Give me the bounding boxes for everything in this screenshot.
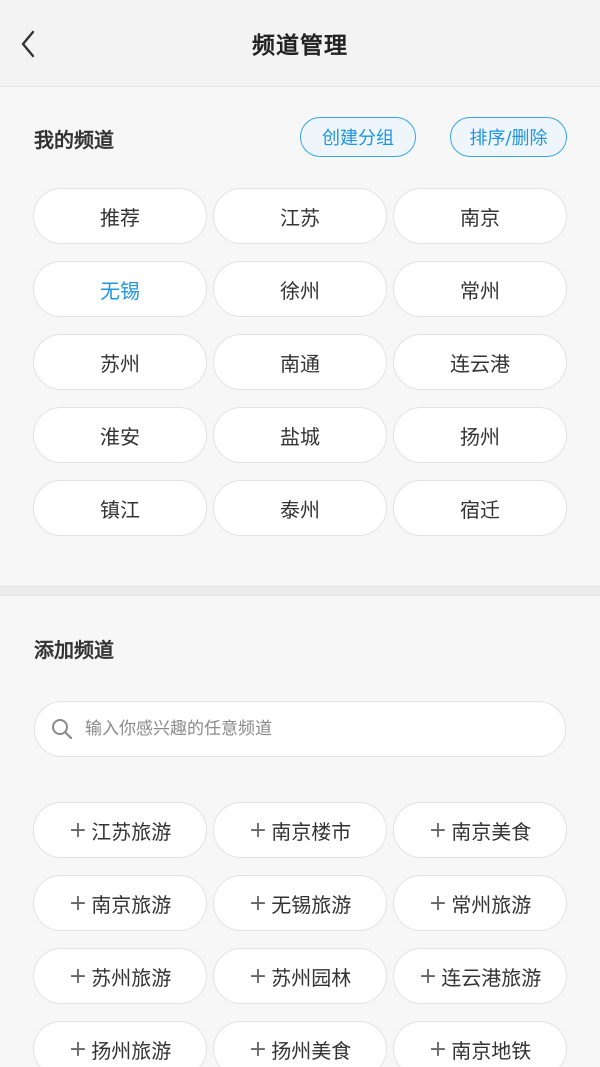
add-channels-title: 添加频道 bbox=[34, 638, 114, 662]
channel-search-input[interactable] bbox=[85, 719, 525, 739]
add-channel-label: 连云港旅游 bbox=[441, 965, 542, 990]
chevron-left-icon bbox=[21, 30, 35, 58]
add-channel-label: 扬州美食 bbox=[271, 1038, 352, 1063]
channel-label: 淮安 bbox=[100, 424, 140, 449]
page-title: 频道管理 bbox=[252, 33, 348, 59]
channel-label: 无锡 bbox=[100, 278, 140, 303]
plus-icon: + bbox=[68, 817, 88, 843]
channel-chip[interactable]: 南通 bbox=[213, 334, 387, 390]
plus-icon: + bbox=[68, 1036, 88, 1062]
channel-label: 徐州 bbox=[280, 278, 320, 303]
add-channel-label: 扬州旅游 bbox=[91, 1038, 172, 1063]
channel-chip[interactable]: 泰州 bbox=[213, 480, 387, 536]
channel-chip[interactable]: 无锡 bbox=[33, 261, 207, 317]
app-header: 频道管理 bbox=[0, 0, 600, 87]
add-channel-label: 南京地铁 bbox=[451, 1038, 532, 1063]
channel-chip[interactable]: 推荐 bbox=[33, 188, 207, 244]
add-channel-chip[interactable]: + 南京旅游 bbox=[33, 875, 207, 931]
channel-chip[interactable]: 徐州 bbox=[213, 261, 387, 317]
channel-chip[interactable]: 淮安 bbox=[33, 407, 207, 463]
sort-delete-button[interactable]: 排序/删除 bbox=[450, 117, 567, 157]
my-channels-title: 我的频道 bbox=[34, 128, 114, 152]
channel-label: 南京 bbox=[460, 205, 500, 230]
plus-icon: + bbox=[418, 963, 438, 989]
add-channel-chip[interactable]: + 连云港旅游 bbox=[393, 948, 567, 1004]
back-button[interactable] bbox=[10, 24, 46, 64]
channel-label: 南通 bbox=[280, 351, 320, 376]
plus-icon: + bbox=[68, 963, 88, 989]
plus-icon: + bbox=[248, 890, 268, 916]
channel-label: 江苏 bbox=[280, 205, 320, 230]
add-channel-chip[interactable]: + 苏州旅游 bbox=[33, 948, 207, 1004]
add-channel-chip[interactable]: + 南京楼市 bbox=[213, 802, 387, 858]
channel-label: 连云港 bbox=[450, 351, 510, 376]
add-channel-chip[interactable]: + 扬州美食 bbox=[213, 1021, 387, 1067]
channel-chip[interactable]: 常州 bbox=[393, 261, 567, 317]
channel-label: 常州 bbox=[460, 278, 500, 303]
add-channel-label: 苏州园林 bbox=[271, 965, 352, 990]
plus-icon: + bbox=[248, 1036, 268, 1062]
add-channel-label: 常州旅游 bbox=[451, 892, 532, 917]
plus-icon: + bbox=[68, 890, 88, 916]
add-channel-chip[interactable]: + 扬州旅游 bbox=[33, 1021, 207, 1067]
channel-label: 宿迁 bbox=[460, 497, 500, 522]
create-group-button[interactable]: 创建分组 bbox=[300, 117, 416, 157]
add-channel-label: 无锡旅游 bbox=[271, 892, 352, 917]
channel-label: 推荐 bbox=[100, 205, 140, 230]
plus-icon: + bbox=[428, 1036, 448, 1062]
add-channel-label: 南京楼市 bbox=[271, 819, 352, 844]
channel-chip[interactable]: 江苏 bbox=[213, 188, 387, 244]
add-channel-label: 南京美食 bbox=[451, 819, 532, 844]
search-icon bbox=[52, 719, 73, 740]
add-channel-chip[interactable]: + 常州旅游 bbox=[393, 875, 567, 931]
channel-label: 泰州 bbox=[280, 497, 320, 522]
add-channels-grid: + 江苏旅游 + 南京楼市 + 南京美食 + 南京旅游 + 无锡旅游 + 常州旅游 + 苏州旅… bbox=[33, 802, 567, 1067]
add-channels-section: 添加频道 +江苏旅游 +南京楼市 +南京美食 +南京旅游 +无锡旅游 +常州旅游… bbox=[0, 596, 600, 1067]
add-channel-label: 江苏旅游 bbox=[91, 819, 172, 844]
channel-label: 扬州 bbox=[460, 424, 500, 449]
section-divider bbox=[0, 586, 600, 596]
add-channel-chip[interactable]: + 南京地铁 bbox=[393, 1021, 567, 1067]
plus-icon: + bbox=[428, 890, 448, 916]
channel-chip[interactable]: 扬州 bbox=[393, 407, 567, 463]
channel-label: 盐城 bbox=[280, 424, 320, 449]
add-channel-chip[interactable]: + 苏州园林 bbox=[213, 948, 387, 1004]
channel-chip[interactable]: 宿迁 bbox=[393, 480, 567, 536]
plus-icon: + bbox=[428, 817, 448, 843]
my-channels-section: 我的频道 创建分组 排序/删除 推荐 江苏 南京 无锡 徐州 常州 苏州 南通 … bbox=[0, 88, 600, 586]
channel-search-box[interactable] bbox=[34, 701, 566, 757]
plus-icon: + bbox=[248, 963, 268, 989]
my-channels-grid: 推荐 江苏 南京 无锡 徐州 常州 苏州 南通 连云港 淮安 盐城 扬州 镇江 … bbox=[33, 188, 567, 536]
plus-icon: + bbox=[248, 817, 268, 843]
add-channel-label: 南京旅游 bbox=[91, 892, 172, 917]
channel-chip[interactable]: 镇江 bbox=[33, 480, 207, 536]
channel-label: 镇江 bbox=[100, 497, 140, 522]
channel-chip[interactable]: 南京 bbox=[393, 188, 567, 244]
channel-chip[interactable]: 盐城 bbox=[213, 407, 387, 463]
add-channel-chip[interactable]: + 无锡旅游 bbox=[213, 875, 387, 931]
channel-chip[interactable]: 苏州 bbox=[33, 334, 207, 390]
add-channel-chip[interactable]: + 江苏旅游 bbox=[33, 802, 207, 858]
add-channel-chip[interactable]: + 南京美食 bbox=[393, 802, 567, 858]
channel-chip[interactable]: 连云港 bbox=[393, 334, 567, 390]
channel-label: 苏州 bbox=[100, 351, 140, 376]
add-channel-label: 苏州旅游 bbox=[91, 965, 172, 990]
